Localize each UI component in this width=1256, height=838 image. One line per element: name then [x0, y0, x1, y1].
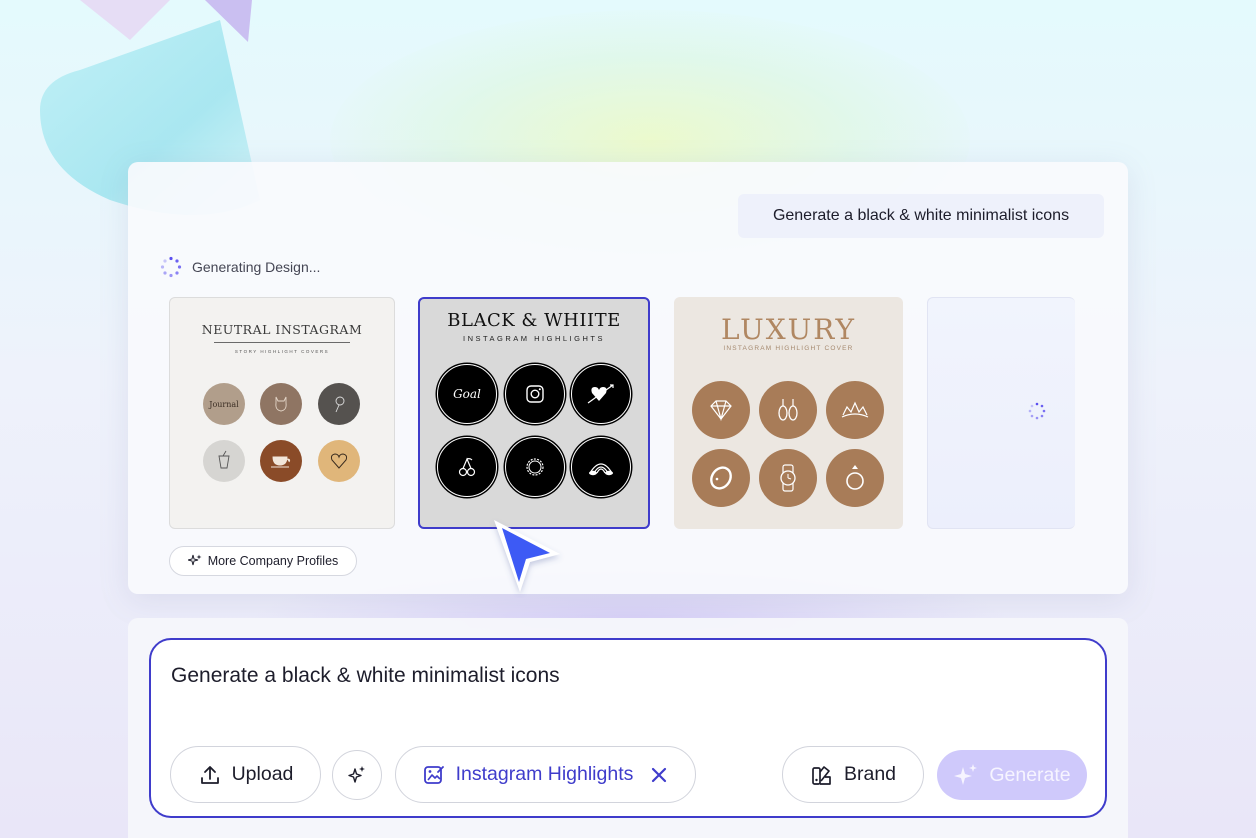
upload-label: Upload [231, 763, 294, 785]
upload-icon [200, 765, 219, 784]
template-card-black-white[interactable]: BLACK & WHIITE INSTAGRAM HIGHLIGHTS Goal [418, 297, 650, 529]
journal-icon: Journal [203, 383, 245, 425]
cat-icon [260, 383, 302, 425]
brand-label: Brand [843, 763, 897, 785]
template-subtitle: INSTAGRAM HIGHLIGHT COVER [723, 345, 854, 352]
drink-icon [203, 440, 245, 482]
template-title: NEUTRAL INSTAGRAM [201, 322, 363, 337]
tag-label: Instagram Highlights [455, 763, 634, 785]
status-text: Generating Design... [192, 259, 321, 275]
sun-icon [505, 437, 565, 497]
generation-status: Generating Design... [160, 256, 320, 278]
sparkle-icon [187, 554, 202, 566]
goal-icon: Goal [437, 364, 497, 424]
coffee-cup-icon [260, 440, 302, 482]
loading-spinner-icon [160, 256, 182, 278]
prompt-input[interactable]: Generate a black & white minimalist icon… [171, 664, 560, 688]
image-edit-icon [423, 765, 444, 784]
cherry-icon [437, 437, 497, 497]
more-company-profiles-button[interactable]: More Company Profiles [169, 546, 357, 576]
heart-icon [318, 440, 360, 482]
composer-panel: Generate a black & white minimalist icon… [128, 618, 1128, 838]
close-icon[interactable] [649, 765, 669, 785]
bracelet-icon [692, 449, 750, 507]
template-title: LUXURY [721, 313, 856, 346]
upload-button[interactable]: Upload [170, 746, 321, 803]
sparkles-icon [954, 764, 978, 785]
diamond-icon [692, 381, 750, 439]
tiara-icon [826, 381, 884, 439]
generate-button[interactable]: Generate [937, 750, 1087, 800]
template-title: BLACK & WHIITE [447, 310, 621, 331]
ring-icon [826, 449, 884, 507]
sparkles-icon [348, 766, 365, 783]
watch-icon [759, 449, 817, 507]
template-subtitle: STORY HIGHLIGHT COVERS [234, 349, 330, 354]
journal-label: Journal [209, 399, 239, 409]
results-panel: Generate a black & white minimalist icon… [128, 162, 1128, 594]
brand-palette-icon [812, 765, 831, 785]
rainbow-icon [571, 437, 631, 497]
template-card-luxury[interactable]: LUXURY INSTAGRAM HIGHLIGHT COVER [674, 297, 903, 529]
loading-spinner-icon [1028, 402, 1046, 420]
pointer-cursor-icon [494, 520, 560, 592]
brand-button[interactable]: Brand [782, 746, 924, 803]
user-prompt-bubble: Generate a black & white minimalist icon… [738, 194, 1104, 238]
template-card-neutral[interactable]: NEUTRAL INSTAGRAM STORY HIGHLIGHT COVERS… [169, 297, 395, 529]
heart-arrow-icon [571, 364, 631, 424]
template-subtitle: INSTAGRAM HIGHLIGHTS [463, 334, 605, 343]
instagram-highlights-tag[interactable]: Instagram Highlights [395, 746, 696, 803]
magic-enhance-button[interactable] [332, 750, 382, 800]
earrings-icon [759, 381, 817, 439]
generate-label: Generate [989, 763, 1071, 786]
divider [214, 342, 350, 343]
instagram-icon [505, 364, 565, 424]
template-card-loading [927, 297, 1075, 529]
prompt-input-box[interactable]: Generate a black & white minimalist icon… [149, 638, 1107, 818]
goal-label: Goal [453, 387, 481, 401]
flower-icon [318, 383, 360, 425]
more-button-label: More Company Profiles [207, 554, 339, 568]
